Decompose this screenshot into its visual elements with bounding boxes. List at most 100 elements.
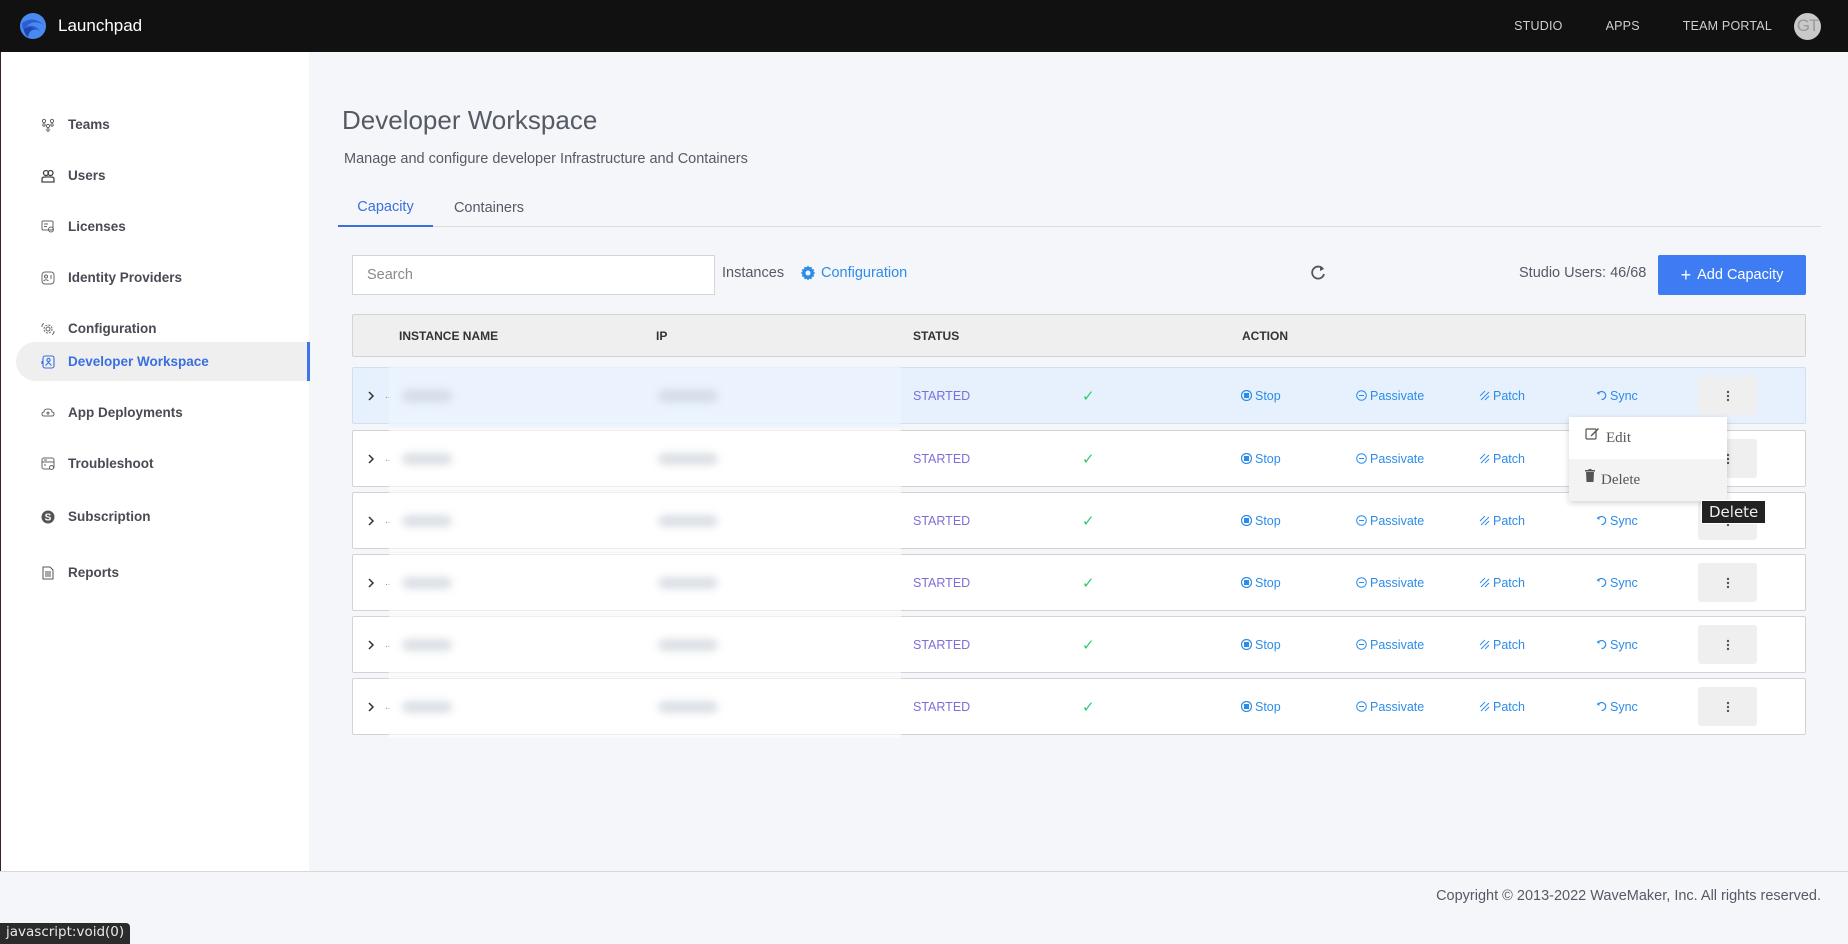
column-header-instance-name[interactable]: INSTANCE NAME [399, 315, 498, 356]
sync-icon [1596, 577, 1607, 588]
sidebar-item-teams[interactable]: Teams [16, 105, 310, 144]
passivate-button[interactable]: Passivate [1356, 679, 1424, 734]
sidebar-item-developer-workspace[interactable]: Developer Workspace [16, 342, 310, 381]
column-header-status[interactable]: STATUS [913, 315, 959, 356]
studio-users-count: Studio Users: 46/68 [1519, 265, 1647, 281]
brand[interactable]: Launchpad [18, 11, 142, 41]
patch-button[interactable]: Patch [1479, 679, 1525, 734]
stop-button[interactable]: Stop [1241, 431, 1281, 486]
sidebar-item-label: Teams [68, 117, 110, 132]
sync-button[interactable]: Sync [1596, 555, 1638, 610]
ip-blurred [658, 701, 718, 713]
table-row[interactable]: ..STARTED✓StopPassivatePatchSync [352, 553, 1806, 614]
kebab-icon [1726, 639, 1729, 650]
stop-button[interactable]: Stop [1241, 493, 1281, 548]
menu-item-label: Edit [1606, 429, 1631, 446]
stop-label: Stop [1255, 451, 1281, 466]
passivate-icon [1356, 701, 1367, 712]
patch-icon [1479, 453, 1490, 464]
passivate-button[interactable]: Passivate [1356, 617, 1424, 672]
sidebar-item-users[interactable]: Users [16, 156, 310, 195]
table-row[interactable]: ..STARTED✓StopPassivatePatchSync [352, 615, 1806, 676]
patch-button[interactable]: Patch [1479, 555, 1525, 610]
passivate-button[interactable]: Passivate [1356, 431, 1424, 486]
stop-button[interactable]: Stop [1241, 555, 1281, 610]
expand-row-icon[interactable] [367, 617, 381, 672]
menu-item-edit[interactable]: Edit [1569, 417, 1727, 459]
sync-button[interactable]: Sync [1596, 368, 1638, 423]
edit-icon [1585, 428, 1599, 440]
passivate-label: Passivate [1370, 637, 1425, 652]
patch-label: Patch [1493, 451, 1525, 466]
patch-button[interactable]: Patch [1479, 431, 1525, 486]
sidebar-item-troubleshoot[interactable]: Troubleshoot [16, 444, 310, 483]
more-actions-button[interactable] [1698, 625, 1757, 664]
passivate-icon [1356, 577, 1367, 588]
more-actions-button[interactable] [1698, 687, 1757, 726]
nav-team-portal[interactable]: TEAM PORTAL [1683, 19, 1772, 33]
patch-button[interactable]: Patch [1479, 493, 1525, 548]
passivate-icon [1356, 453, 1367, 464]
sidebar-item-label: Developer Workspace [68, 354, 209, 369]
nav-apps[interactable]: APPS [1606, 19, 1640, 33]
top-bar: Launchpad STUDIO APPS TEAM PORTAL GT [0, 0, 1848, 52]
main-content: Developer Workspace Manage and configure… [309, 52, 1848, 871]
column-header-ip[interactable]: IP [656, 315, 667, 356]
status-badge: STARTED [913, 699, 971, 714]
sync-label: Sync [1610, 513, 1638, 528]
menu-item-delete[interactable]: Delete [1569, 459, 1727, 501]
patch-label: Patch [1493, 637, 1525, 652]
patch-button[interactable]: Patch [1479, 617, 1525, 672]
sidebar-item-label: Reports [68, 565, 120, 580]
sidebar-item-app-deployments[interactable]: App Deployments [16, 393, 310, 432]
stop-icon [1241, 515, 1252, 526]
trash-icon [1585, 468, 1595, 482]
table-row[interactable]: ..STARTED✓StopPassivatePatchSync [352, 366, 1806, 427]
sync-button[interactable]: Sync [1596, 493, 1638, 548]
passivate-button[interactable]: Passivate [1356, 555, 1424, 610]
instance-name-blurred [402, 701, 452, 713]
expand-row-icon[interactable] [367, 431, 381, 486]
refresh-icon[interactable] [1309, 264, 1327, 282]
stop-button[interactable]: Stop [1241, 617, 1281, 672]
patch-label: Patch [1493, 575, 1525, 590]
passivate-button[interactable]: Passivate [1356, 493, 1424, 548]
stop-label: Stop [1255, 575, 1281, 590]
user-avatar[interactable]: GT [1794, 12, 1821, 40]
more-actions-button[interactable] [1698, 376, 1757, 415]
tab-capacity[interactable]: Capacity [338, 188, 433, 227]
instance-name-blurred [402, 453, 452, 465]
search-input[interactable] [352, 255, 715, 295]
passivate-button[interactable]: Passivate [1356, 368, 1424, 423]
sidebar-item-licenses[interactable]: Licenses [16, 207, 310, 246]
sidebar-item-identity-providers[interactable]: Identity Providers [16, 258, 310, 297]
tab-containers[interactable]: Containers [433, 188, 545, 227]
sync-label: Sync [1610, 699, 1638, 714]
table-row[interactable]: ..STARTED✓StopPassivatePatchSync [352, 677, 1806, 738]
svg-text:S: S [45, 512, 52, 523]
configuration-link[interactable]: Configuration [800, 265, 907, 281]
nav-studio[interactable]: STUDIO [1514, 19, 1562, 33]
users-icon [40, 168, 56, 184]
status-badge: STARTED [913, 451, 971, 466]
passivate-label: Passivate [1370, 513, 1425, 528]
stop-button[interactable]: Stop [1241, 368, 1281, 423]
sync-button[interactable]: Sync [1596, 617, 1638, 672]
tooltip: Delete [1701, 500, 1767, 524]
expand-row-icon[interactable] [367, 368, 381, 423]
patch-button[interactable]: Patch [1479, 368, 1525, 423]
sidebar-item-subscription[interactable]: S Subscription [16, 497, 310, 536]
more-actions-button[interactable] [1698, 563, 1757, 602]
stop-button[interactable]: Stop [1241, 679, 1281, 734]
add-capacity-button[interactable]: + Add Capacity [1658, 255, 1806, 295]
expand-row-icon[interactable] [367, 555, 381, 610]
stop-icon [1241, 390, 1252, 401]
sidebar-item-reports[interactable]: Reports [16, 553, 310, 592]
ip-blurred [658, 639, 718, 651]
expand-row-icon[interactable] [367, 679, 381, 734]
blurred-region [389, 615, 901, 676]
expand-row-icon[interactable] [367, 493, 381, 548]
sync-button[interactable]: Sync [1596, 679, 1638, 734]
table-header: INSTANCE NAME IP STATUS ACTION [352, 314, 1806, 357]
stop-icon [1241, 453, 1252, 464]
